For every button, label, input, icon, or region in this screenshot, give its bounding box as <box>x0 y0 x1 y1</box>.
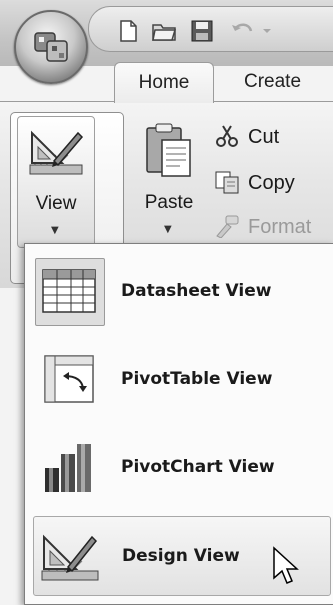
menu-item-label: Design View <box>122 546 240 566</box>
chevron-down-icon: ▼ <box>51 225 59 236</box>
datasheet-view-icon <box>42 269 96 313</box>
design-view-icon <box>29 130 84 175</box>
new-document-icon[interactable] <box>115 19 141 43</box>
save-icon[interactable] <box>189 19 215 43</box>
format-painter-button[interactable]: Format <box>214 210 311 244</box>
copy-label: Copy <box>248 172 295 194</box>
chevron-down-icon: ▼ <box>164 224 172 235</box>
office-button[interactable] <box>14 10 88 84</box>
view-button-label: View <box>35 193 77 214</box>
menu-item-datasheet-view[interactable]: Datasheet View <box>33 252 329 330</box>
clipboard-icon <box>146 123 191 177</box>
copy-button[interactable]: Copy <box>214 166 295 200</box>
paste-button-label: Paste <box>144 192 194 213</box>
format-painter-icon <box>216 215 239 238</box>
undo-icon[interactable] <box>229 19 255 43</box>
scissors-icon <box>216 125 238 147</box>
menu-item-pivottable-view[interactable]: PivotTable View <box>33 340 329 418</box>
menu-item-label: PivotTable View <box>121 369 273 389</box>
mouse-cursor-icon <box>273 546 299 584</box>
tab-home[interactable]: Home <box>114 62 214 103</box>
pivotchart-view-icon <box>45 444 91 492</box>
paste-button[interactable]: Paste ▼ <box>136 116 202 246</box>
cut-button[interactable]: Cut <box>214 120 279 154</box>
undo-dropdown-icon[interactable] <box>261 19 273 43</box>
format-label: Format <box>248 216 312 238</box>
tab-create[interactable]: Create <box>244 62 301 102</box>
cut-label: Cut <box>248 126 280 148</box>
office-logo-icon <box>34 32 68 62</box>
copy-icon <box>215 171 239 194</box>
design-view-icon <box>41 534 99 581</box>
pivottable-view-icon <box>44 355 94 403</box>
menu-item-label: PivotChart View <box>121 457 275 477</box>
open-folder-icon[interactable] <box>151 19 177 43</box>
view-button[interactable]: View ▼ <box>17 116 95 248</box>
menu-item-pivotchart-view[interactable]: PivotChart View <box>33 428 329 506</box>
quick-access-toolbar <box>88 6 333 52</box>
menu-item-label: Datasheet View <box>121 281 272 301</box>
